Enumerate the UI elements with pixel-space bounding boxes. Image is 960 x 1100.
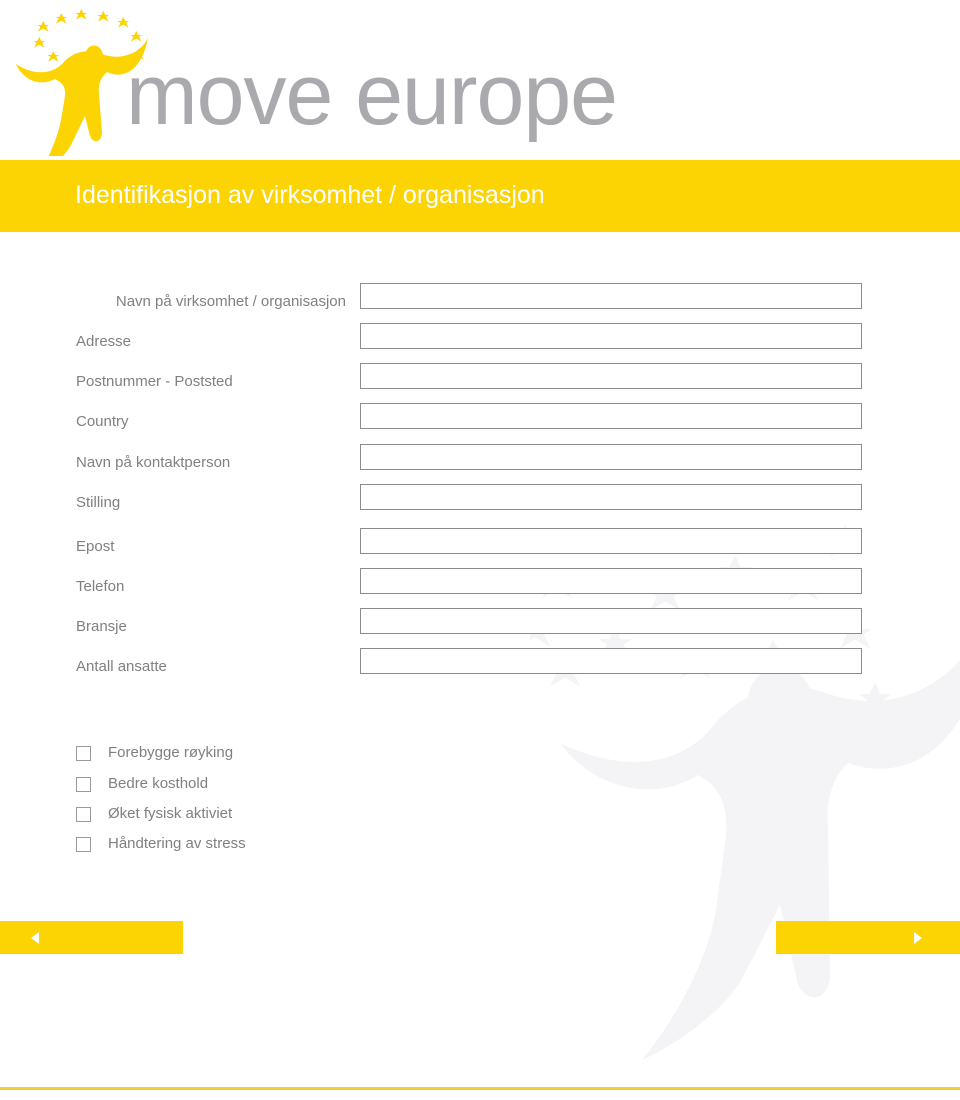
brand-wordmark: move europe xyxy=(126,47,618,143)
form-row: Postnummer - Poststed xyxy=(0,363,960,403)
checkbox-row[interactable]: Håndtering av stress xyxy=(76,829,246,859)
field-input[interactable] xyxy=(360,444,862,470)
field-label: Navn på virksomhet / organisasjon xyxy=(115,293,346,310)
bottom-rule-divider xyxy=(0,1087,960,1090)
form-row: Navn på kontaktperson xyxy=(0,444,960,484)
triangle-right-icon xyxy=(914,931,922,944)
checkbox-icon[interactable] xyxy=(76,806,91,822)
checkbox-label: Øket fysisk aktiviet xyxy=(108,805,233,822)
checkbox-row[interactable]: Bedre kosthold xyxy=(76,769,208,799)
field-label: Stilling xyxy=(76,494,121,511)
form-row: Antall ansatte xyxy=(0,648,960,688)
field-input[interactable] xyxy=(360,528,862,554)
field-input[interactable] xyxy=(360,323,862,349)
checkbox-label: Håndtering av stress xyxy=(108,835,246,852)
field-input[interactable] xyxy=(360,403,862,429)
form-row: Epost xyxy=(0,528,960,568)
checkbox-row[interactable]: Øket fysisk aktiviet xyxy=(76,799,232,829)
brand-logo: move europe xyxy=(0,0,960,176)
checkbox-icon[interactable] xyxy=(76,745,91,761)
page-title-bar: Identifikasjon av virksomhet / organisas… xyxy=(0,160,960,232)
form-row: Navn på virksomhet / organisasjon xyxy=(0,283,960,323)
checkbox-row[interactable]: Forebygge røyking xyxy=(76,738,233,768)
next-page-button[interactable] xyxy=(776,921,960,954)
field-label: Country xyxy=(76,413,129,430)
field-label: Telefon xyxy=(76,578,125,595)
form-row: Telefon xyxy=(0,568,960,608)
form-row: Adresse xyxy=(0,323,960,363)
field-input[interactable] xyxy=(360,568,862,594)
field-label: Bransje xyxy=(76,618,127,635)
field-label: Adresse xyxy=(76,333,132,350)
field-label: Epost xyxy=(76,538,115,555)
form-row: Bransje xyxy=(0,608,960,648)
field-input[interactable] xyxy=(360,648,862,674)
checkbox-label: Forebygge røyking xyxy=(108,744,234,761)
page-title: Identifikasjon av virksomhet / organisas… xyxy=(75,181,545,209)
triangle-left-icon xyxy=(31,931,39,944)
field-label: Navn på kontaktperson xyxy=(76,454,231,471)
form-row: Country xyxy=(0,403,960,443)
form-row: Stilling xyxy=(0,484,960,524)
field-label: Antall ansatte xyxy=(76,658,167,675)
checkbox-label: Bedre kosthold xyxy=(108,775,209,792)
field-input[interactable] xyxy=(360,283,862,309)
checkbox-icon[interactable] xyxy=(76,836,91,852)
previous-page-button[interactable] xyxy=(0,921,183,954)
field-input[interactable] xyxy=(360,608,862,634)
field-input[interactable] xyxy=(360,363,862,389)
field-label: Postnummer - Poststed xyxy=(76,373,233,390)
field-input[interactable] xyxy=(360,484,862,510)
checkbox-icon[interactable] xyxy=(76,776,91,792)
